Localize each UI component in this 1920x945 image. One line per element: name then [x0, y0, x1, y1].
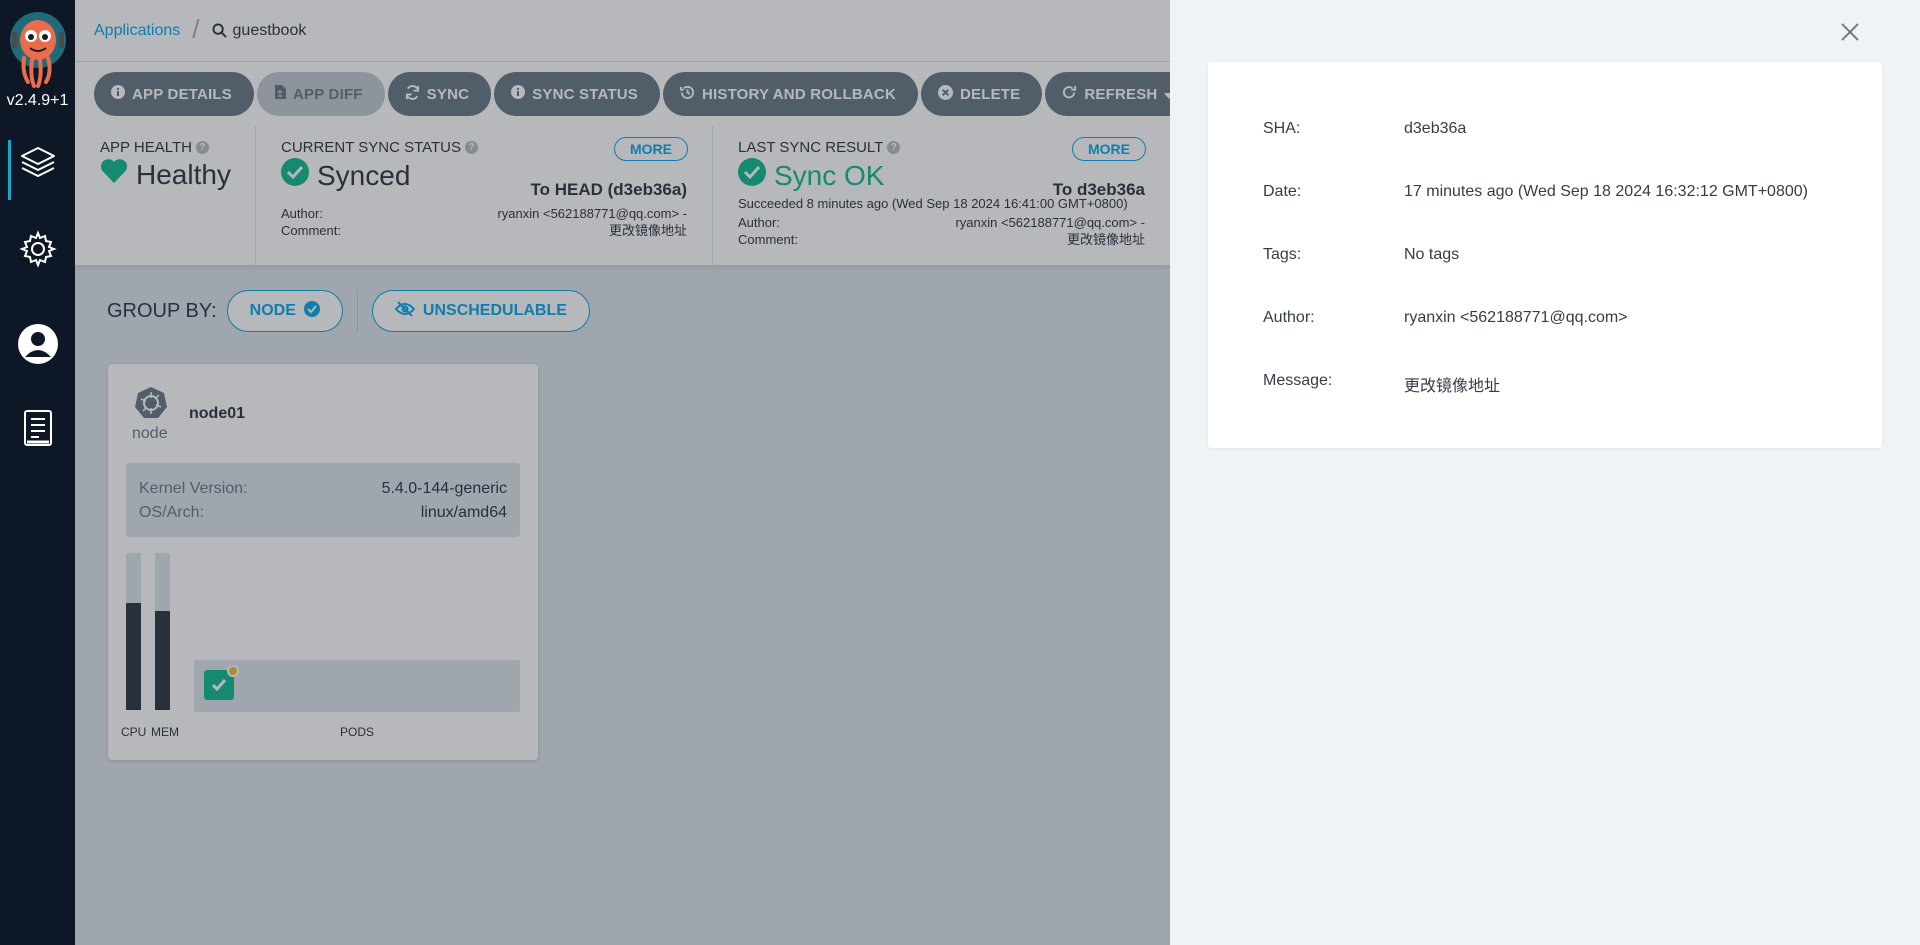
revision-message-row: Message: 更改镜像地址: [1263, 372, 1882, 435]
sidebar: v2.4.9+1: [0, 0, 75, 945]
sidebar-item-applications[interactable]: [0, 136, 75, 200]
argo-logo[interactable]: [8, 10, 68, 90]
sha-value: d3eb36a: [1404, 120, 1467, 137]
modal-backdrop[interactable]: [75, 0, 1245, 945]
gear-icon: [18, 229, 58, 274]
close-button[interactable]: [1838, 20, 1862, 44]
author-label: Author:: [1263, 309, 1315, 326]
revision-date-row: Date: 17 minutes ago (Wed Sep 18 2024 16:…: [1263, 183, 1882, 246]
message-label: Message:: [1263, 372, 1333, 389]
close-icon: [1841, 23, 1859, 41]
tags-label: Tags:: [1263, 246, 1302, 263]
revision-tags-row: Tags: No tags: [1263, 246, 1882, 309]
date-label: Date:: [1263, 183, 1302, 200]
sidebar-item-docs[interactable]: [0, 402, 75, 458]
date-value: 17 minutes ago (Wed Sep 18 2024 16:32:12…: [1404, 183, 1808, 200]
revision-details-card: SHA: d3eb36a Date: 17 minutes ago (Wed Sep…: [1208, 62, 1882, 448]
user-icon: [17, 323, 59, 370]
revision-panel: SHA: d3eb36a Date: 17 minutes ago (Wed Sep…: [1170, 0, 1920, 945]
sidebar-item-user[interactable]: [0, 318, 75, 374]
layers-icon: [18, 142, 58, 187]
main-content: Applications / guestbook APP DETAILS APP…: [75, 0, 1245, 945]
docs-icon: [21, 408, 55, 453]
revision-author-row: Author: ryanxin <562188771@qq.com>: [1263, 309, 1882, 372]
tags-value: No tags: [1404, 246, 1460, 263]
sidebar-item-settings[interactable]: [0, 223, 75, 279]
sha-label: SHA:: [1263, 120, 1301, 137]
message-value: 更改镜像地址: [1404, 378, 1501, 395]
app-version: v2.4.9+1: [6, 92, 69, 109]
revision-sha-row: SHA: d3eb36a: [1263, 120, 1882, 183]
author-value: ryanxin <562188771@qq.com>: [1404, 309, 1628, 326]
